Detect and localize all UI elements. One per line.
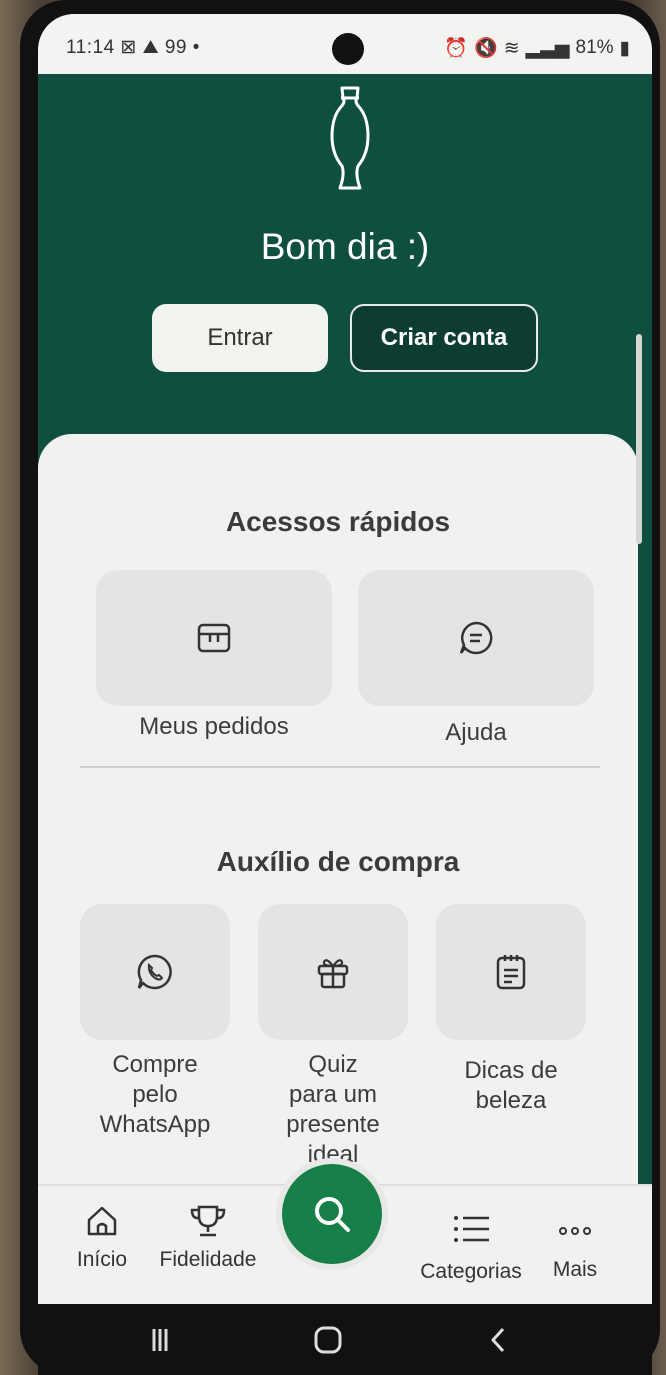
nav-home[interactable]: Início bbox=[62, 1204, 142, 1272]
alarm-icon: ⏰ bbox=[444, 38, 469, 59]
nav-loyalty[interactable]: Fidelidade bbox=[148, 1204, 268, 1272]
wifi-icon: ≋ bbox=[503, 37, 520, 59]
home-icon bbox=[87, 1206, 117, 1236]
whatsapp-label-line: WhatsApp bbox=[99, 1111, 211, 1138]
purchase-help-title: Auxílio de compra bbox=[216, 846, 460, 877]
home-button-icon bbox=[314, 1326, 342, 1354]
gift-icon bbox=[317, 959, 349, 989]
system-navigation-bar bbox=[38, 1304, 652, 1375]
section-divider bbox=[80, 766, 600, 768]
whatsapp-label-line: Compre bbox=[112, 1051, 198, 1078]
beauty-tips-label-line: Dicas de bbox=[464, 1057, 558, 1084]
quick-access-title: Acessos rápidos bbox=[225, 506, 451, 537]
search-icon bbox=[315, 1197, 350, 1232]
status-left-icons: ⊠ ⛰ 99 • bbox=[120, 37, 200, 58]
system-back-button[interactable] bbox=[480, 1322, 516, 1358]
nav-categories[interactable]: Categorias bbox=[408, 1212, 534, 1284]
status-bar: 11:14 ⊠ ⛰ 99 • ⏰ 🔇 ≋ ▂▃▅ 81% ▮ bbox=[38, 14, 652, 74]
system-home-button[interactable] bbox=[310, 1322, 346, 1358]
notepad-icon bbox=[496, 955, 526, 990]
status-right: ⏰ 🔇 ≋ ▂▃▅ 81% ▮ bbox=[444, 36, 630, 60]
mute-icon: 🔇 bbox=[474, 38, 498, 59]
battery-level: 81% bbox=[575, 37, 614, 58]
beauty-tips-label-line: beleza bbox=[475, 1087, 547, 1114]
chat-bubble-icon bbox=[459, 621, 493, 655]
nav-more[interactable]: Mais bbox=[538, 1216, 612, 1282]
brand-logo bbox=[330, 86, 370, 190]
trophy-icon bbox=[190, 1205, 226, 1237]
greeting-title: Bom dia :) bbox=[260, 226, 430, 267]
orders-icon bbox=[197, 623, 231, 653]
status-left: 11:14 ⊠ ⛰ 99 • bbox=[66, 36, 200, 59]
recent-apps-button[interactable] bbox=[142, 1322, 178, 1358]
back-icon bbox=[491, 1327, 505, 1353]
whatsapp-icon bbox=[137, 954, 172, 990]
orders-tile[interactable] bbox=[96, 570, 332, 706]
gift-quiz-label-line: Quiz bbox=[308, 1051, 358, 1078]
beauty-tips-tile[interactable] bbox=[436, 904, 586, 1040]
front-camera bbox=[332, 33, 364, 65]
whatsapp-tile[interactable] bbox=[80, 904, 230, 1040]
login-button[interactable]: Entrar bbox=[152, 304, 328, 372]
recent-apps-icon bbox=[152, 1329, 168, 1351]
status-time: 11:14 bbox=[66, 37, 115, 58]
orders-label: Meus pedidos bbox=[139, 713, 289, 740]
gift-quiz-label-line: presente bbox=[286, 1111, 380, 1138]
search-button[interactable] bbox=[282, 1164, 382, 1264]
battery-icon: ▮ bbox=[619, 37, 630, 59]
gift-quiz-label-line: para um bbox=[288, 1081, 378, 1108]
nav-categories-label: Categorias bbox=[420, 1260, 522, 1283]
whatsapp-label-line: pelo bbox=[132, 1081, 178, 1108]
help-label: Ajuda bbox=[445, 719, 507, 746]
whatsapp-label: Compre pelo WhatsApp bbox=[80, 1050, 230, 1140]
app-screen: 11:14 ⊠ ⛰ 99 • ⏰ 🔇 ≋ ▂▃▅ 81% ▮ Bom dia :… bbox=[38, 14, 652, 1304]
scrollbar[interactable] bbox=[636, 334, 642, 544]
more-dots-icon bbox=[559, 1227, 591, 1235]
nav-home-label: Início bbox=[76, 1248, 128, 1271]
list-icon bbox=[454, 1216, 489, 1242]
nav-loyalty-label: Fidelidade bbox=[159, 1248, 257, 1271]
create-account-button[interactable]: Criar conta bbox=[350, 304, 538, 372]
beauty-tips-label: Dicas de beleza bbox=[436, 1056, 586, 1116]
nav-more-label: Mais bbox=[552, 1258, 598, 1281]
gift-quiz-tile[interactable] bbox=[258, 904, 408, 1040]
gift-quiz-label: Quiz para um presente ideal bbox=[258, 1050, 408, 1170]
signal-icon: ▂▃▅ bbox=[525, 37, 570, 59]
help-tile[interactable] bbox=[358, 570, 594, 706]
